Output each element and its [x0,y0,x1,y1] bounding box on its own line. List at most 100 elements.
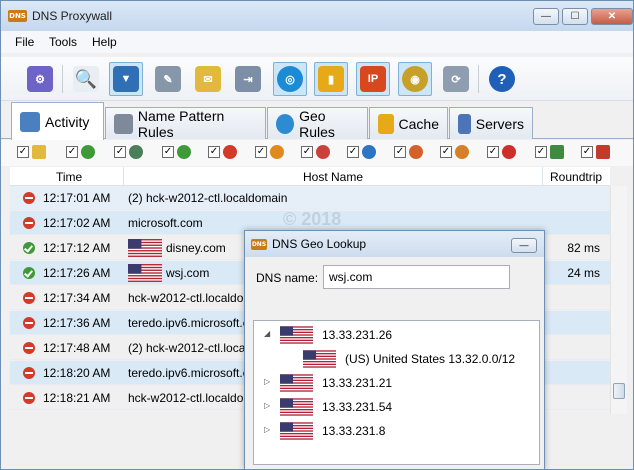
blocked-server-icon [455,145,469,159]
row-host: (2) hck-w2012-ctl.localdo [128,341,262,355]
allowed-icon [177,145,191,159]
us-flag-icon [280,326,313,344]
column-separator[interactable] [542,167,543,185]
tree-node-label: (US) United States 13.32.0.0/12 [345,352,516,366]
collapse-icon[interactable]: ◢ [264,330,272,338]
tab-activity[interactable]: Activity [11,102,104,140]
filter-checkbox[interactable]: ✓ [17,146,29,158]
row-host: hck-w2012-ctl.localdo [128,291,244,305]
coins-globe-button[interactable]: ◉ [398,62,432,96]
filter-checkbox[interactable]: ✓ [255,146,267,158]
blocked-icon [223,145,237,159]
toolbar-separator [478,65,479,93]
mail-filter-icon [32,145,46,159]
filter-checkbox[interactable]: ✓ [162,146,174,158]
blocked-status-icon [23,317,35,329]
close-button[interactable]: ✕ [591,8,633,25]
tab-label: Cache [398,115,439,132]
window-title: DNS Proxywall [32,9,113,23]
tab-geo-rules[interactable]: Geo Rules [267,107,368,140]
tree-node-label: 13.33.231.8 [322,424,386,438]
filter-checkbox[interactable]: ✓ [301,146,313,158]
settings-button[interactable]: ⚙ [23,62,57,96]
title-bar[interactable]: DNS DNS Proxywall — ☐ ✕ [1,1,633,31]
menu-tools[interactable]: Tools [49,35,77,49]
globe-filter-icon [362,145,376,159]
blocked-cached-icon [270,145,284,159]
filter-checkbox[interactable]: ✓ [208,146,220,158]
filter-checkbox[interactable]: ✓ [487,146,499,158]
filter-checkbox[interactable]: ✓ [66,146,78,158]
stats-button[interactable]: ▮ [314,62,348,96]
filter-checkbox[interactable]: ✓ [535,146,547,158]
column-host-name[interactable]: Host Name [303,170,363,184]
network-ok-icon [129,145,143,159]
search-button[interactable]: 🔍 [69,62,103,96]
tab-name-pattern-rules[interactable]: Name Pattern Rules [105,107,266,140]
expand-icon[interactable]: ▷ [264,426,272,434]
watermark: © 2018 [283,209,342,229]
tab-servers[interactable]: Servers [449,107,533,139]
row-roundtrip: 82 ms [567,241,600,255]
geo-tree: ◢ 13.33.231.26 (US) United States 13.32.… [253,320,540,465]
toolbar-separator [62,65,63,93]
download-error-icon [596,145,610,159]
tab-cache[interactable]: Cache [369,107,448,139]
column-roundtrip[interactable]: Roundtrip [550,170,602,184]
expand-icon[interactable]: ▷ [264,402,272,410]
table-row[interactable]: 12:17:01 AM (2) hck-w2012-ctl.localdomai… [10,186,610,210]
blocked-status-icon [23,192,35,204]
row-time: 12:17:26 AM [43,266,111,280]
download-ok-icon [550,145,564,159]
filter-checkbox[interactable]: ✓ [440,146,452,158]
allowed-cached-icon [81,145,95,159]
vertical-scrollbar[interactable] [610,186,627,414]
servers-icon [458,113,471,134]
blocked-geo-icon [316,145,330,159]
blocked-ip-icon [409,145,423,159]
menu-help[interactable]: Help [92,35,117,49]
menu-file[interactable]: File [15,35,34,49]
filter-checkbox[interactable]: ✓ [347,146,359,158]
allowed-status-icon [23,242,35,254]
dialog-minimize-button[interactable]: — [511,238,537,253]
filter-checkbox[interactable]: ✓ [114,146,126,158]
blocked-status-icon [23,342,35,354]
us-flag-icon [303,350,336,368]
row-host: teredo.ipv6.microsoft.c [128,316,249,330]
sync-button[interactable]: ⟳ [439,62,473,96]
help-button[interactable]: ? [485,62,519,96]
stats-icon: ▮ [318,66,344,92]
mail-transfer-button[interactable]: ✉ [191,62,225,96]
blocked-status-icon [23,367,35,379]
edit-icon: ✎ [155,66,181,92]
column-time[interactable]: Time [56,170,82,184]
app-icon: DNS [8,10,27,22]
scrollbar-thumb[interactable] [613,383,625,399]
us-flag-icon [280,398,313,416]
row-time: 12:17:12 AM [43,241,111,255]
row-time: 12:18:20 AM [43,366,111,380]
filter-checkbox[interactable]: ✓ [581,146,593,158]
row-time: 12:17:01 AM [43,191,111,205]
network-export-button[interactable]: ⇥ [231,62,265,96]
dialog-title-bar[interactable]: DNS DNS Geo Lookup — [245,231,544,257]
tree-node-label: 13.33.231.21 [322,376,393,390]
expand-icon[interactable]: ▷ [264,378,272,386]
settings-icon: ⚙ [27,66,53,92]
edit-button[interactable]: ✎ [151,62,185,96]
maximize-button[interactable]: ☐ [562,8,588,25]
globe-button[interactable]: ◎ [273,62,307,96]
network-export-icon: ⇥ [235,66,261,92]
filter-checkbox[interactable]: ✓ [394,146,406,158]
menu-bar: File Tools Help [1,31,633,53]
ip-block-button[interactable]: IP [356,62,390,96]
filter-button[interactable]: ▼ [109,62,143,96]
search-icon: 🔍 [73,66,99,92]
column-separator[interactable] [123,167,124,185]
blocked-status-icon [23,292,35,304]
coins-globe-icon: ◉ [402,66,428,92]
minimize-button[interactable]: — [533,8,559,25]
dns-name-input[interactable] [323,265,510,289]
dialog-app-icon: DNS [251,239,267,250]
